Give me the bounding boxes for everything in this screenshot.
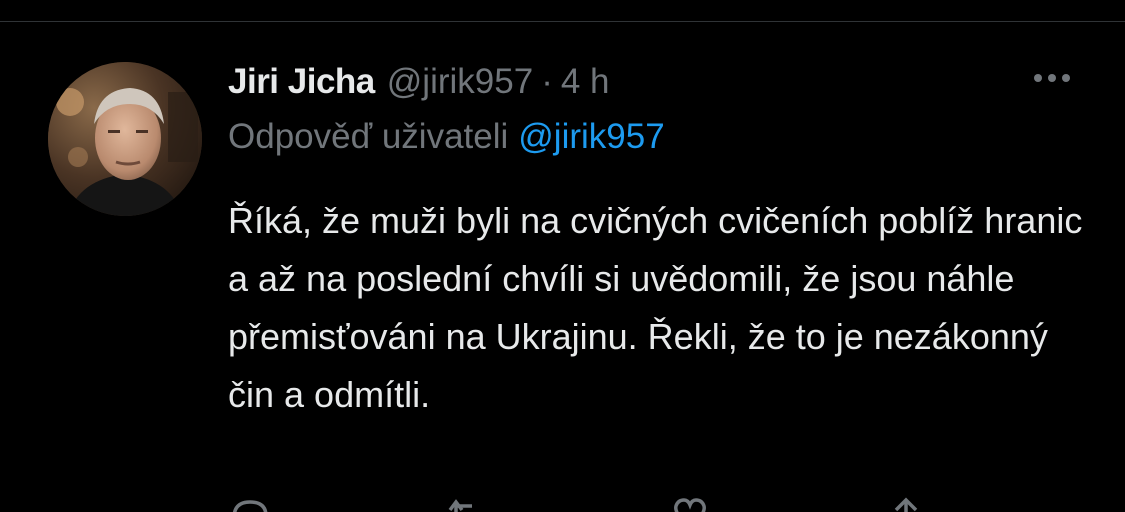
retweet-icon [448,499,472,512]
reply-prefix: Odpověď uživateli [228,117,509,156]
tweet-text: Říká, že muži byli na cvičných cvičeních… [228,200,1083,415]
author-display-name[interactable]: Jiri Jicha [228,62,375,102]
retweet-button[interactable] [446,496,490,512]
tweet-timestamp[interactable]: 4 h [561,62,610,102]
tweet-action-bar [228,496,1008,512]
reply-mention-link[interactable]: @jirik957 [518,117,664,156]
share-icon [894,497,918,512]
reply-button[interactable] [228,496,272,512]
tweet-header: Jiri Jicha @jirik957 · 4 h [228,56,610,108]
share-button[interactable] [884,496,928,512]
divider [0,21,1125,22]
heart-icon [674,498,706,512]
more-horizontal-icon [1034,74,1070,82]
tweet-detail-view: Jiri Jicha @jirik957 · 4 h Odpověď uživa… [0,0,1125,512]
separator-dot: · [541,62,553,101]
avatar[interactable] [48,62,202,216]
author-handle[interactable]: @jirik957 [387,62,533,102]
like-button[interactable] [668,496,712,512]
more-options-button[interactable] [1024,58,1080,98]
reply-context: Odpověď uživateli @jirik957 [228,117,665,157]
avatar-image [48,62,202,216]
reply-icon [232,500,268,512]
